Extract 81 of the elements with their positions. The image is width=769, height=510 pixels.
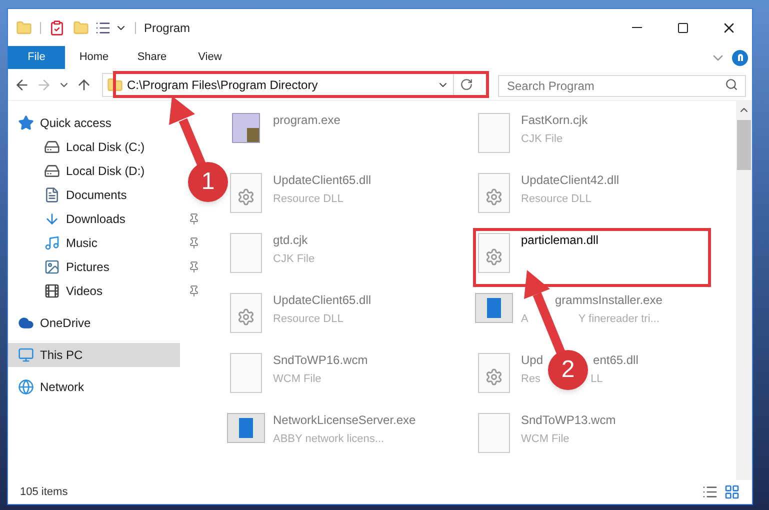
ribbon-tab[interactable]: Home (65, 46, 123, 69)
file-name: particleman.dll (521, 232, 598, 249)
sidebar-item[interactable]: Videos (8, 279, 180, 303)
file-name: SndToWP13.wcm (521, 412, 616, 429)
sidebar-item[interactable]: This PC (8, 343, 180, 367)
cloud-icon (18, 315, 34, 331)
file-name: Upd (521, 352, 544, 369)
file-name: program.exe (273, 112, 340, 129)
picture-icon (44, 259, 60, 275)
back-icon[interactable] (14, 76, 30, 92)
file-name: FastKorn.cjk (521, 112, 588, 129)
gear-file-icon (478, 353, 510, 393)
file-name: SndToWP16.wcm (273, 352, 368, 369)
tiles-view-icon[interactable] (724, 484, 740, 500)
file-name: UpdateClient65.dll (273, 172, 372, 189)
refresh-icon[interactable] (460, 78, 473, 91)
gear-file-icon (230, 293, 262, 333)
sidebar-item[interactable]: Quick access (8, 111, 180, 135)
file-type: A (521, 312, 528, 327)
file-type: Resource DLL (521, 192, 592, 207)
application-window-icon (475, 293, 513, 323)
minimize-icon (632, 27, 642, 28)
details-view-icon[interactable] (702, 484, 718, 500)
file-name: grammsInstaller.exe (555, 292, 662, 309)
checklist-icon[interactable] (49, 20, 65, 36)
globe-icon (18, 379, 34, 395)
ribbon-tab[interactable]: File (8, 46, 65, 69)
ribbon-tab[interactable]: Share (123, 46, 181, 69)
blank-file-icon (230, 233, 262, 273)
sidebar-item[interactable]: Pictures (8, 255, 180, 279)
gear-file-icon (478, 173, 510, 213)
address-field[interactable]: C:\Program Files\Program Directory (102, 72, 454, 96)
sidebar-item[interactable]: Network (8, 375, 180, 399)
properties-icon[interactable] (95, 20, 111, 36)
sidebar-item[interactable]: Local Disk (D:) (8, 159, 180, 183)
gear-file-icon (478, 233, 510, 273)
document-icon (44, 187, 60, 203)
file-type: Res (521, 372, 541, 387)
blank-file-icon (478, 113, 510, 153)
monitor-icon (18, 347, 34, 363)
file-name: NetworkLicenseServer.exe (273, 412, 416, 429)
gear-file-icon (230, 173, 262, 213)
star-icon (18, 115, 34, 131)
file-type: WCM File (273, 372, 322, 387)
blank-file-icon (478, 413, 510, 453)
sidebar-item[interactable]: OneDrive (8, 311, 180, 335)
window-title: Program (144, 20, 190, 36)
file-type: WCM File (521, 432, 570, 447)
film-icon (44, 283, 60, 299)
application-window-icon (227, 413, 265, 443)
sidebar-item[interactable]: Music (8, 231, 180, 255)
search-field[interactable]: Search Program (498, 74, 746, 96)
music-note-icon (44, 235, 60, 251)
file-name: UpdateClient65.dll (273, 292, 372, 309)
file-type: Resource DLL (273, 312, 344, 327)
file-type: Resource DLL (273, 192, 344, 207)
maximize-icon (677, 22, 689, 34)
file-type: ABBY network licens... (273, 432, 384, 447)
ribbon-tab[interactable]: View (181, 46, 239, 69)
file-type: CJK File (273, 252, 315, 267)
sidebar-item[interactable]: Documents (8, 183, 180, 207)
pin-icon[interactable] (188, 213, 200, 225)
file-name: ent65.dll (593, 352, 638, 369)
up-icon[interactable] (76, 76, 92, 92)
blank-file-icon (230, 353, 262, 393)
pin-icon[interactable] (188, 261, 200, 273)
sidebar-item[interactable]: Downloads (8, 207, 180, 231)
pin-icon[interactable] (188, 237, 200, 249)
pin-icon[interactable] (188, 285, 200, 297)
file-type: CJK File (521, 132, 563, 147)
file-type: Y finereader tri... (578, 312, 660, 327)
search-icon[interactable] (725, 78, 738, 90)
sidebar-item[interactable]: Local Disk (C:) (8, 135, 180, 159)
scrollbar-thumb[interactable] (737, 120, 751, 170)
file-name: UpdateClient42.dll (521, 172, 620, 189)
item-count: 105 items (20, 484, 68, 500)
file-type: LL (590, 372, 603, 387)
help-icon[interactable] (732, 50, 748, 66)
program-icon (232, 113, 260, 143)
scrollbar[interactable] (736, 101, 752, 480)
file-name: gtd.cjk (273, 232, 308, 249)
